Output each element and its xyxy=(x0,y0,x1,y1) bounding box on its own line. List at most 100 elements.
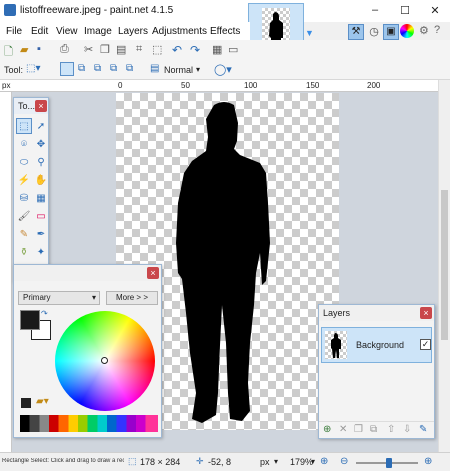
more-colors-button[interactable]: More > > xyxy=(106,291,158,305)
zoom-chevron-down-icon[interactable]: ▾ xyxy=(311,457,315,466)
app-icon xyxy=(4,4,16,16)
delete-layer-icon[interactable]: ✕ xyxy=(339,424,347,435)
move-layer-up-icon[interactable]: ⇧ xyxy=(387,424,395,435)
paint-bucket-icon[interactable]: ⛁ xyxy=(16,190,32,206)
tab-dropdown-icon[interactable]: ▼ xyxy=(305,28,314,38)
magic-wand-icon[interactable]: ⚡ xyxy=(16,172,32,188)
close-icon[interactable]: × xyxy=(35,100,47,112)
layer-visibility-checkbox[interactable]: ✓ xyxy=(420,339,431,350)
layers-window-header: Layers × xyxy=(319,305,434,321)
pencil-icon[interactable]: ✎ xyxy=(16,226,32,242)
swap-colors-icon[interactable]: ↷ xyxy=(41,309,48,318)
help-icon[interactable]: ? xyxy=(434,24,440,36)
deselect-icon[interactable]: ⬚ xyxy=(152,43,166,57)
close-button[interactable]: ✕ xyxy=(420,0,450,20)
copy-icon[interactable]: ❐ xyxy=(100,43,114,57)
new-file-icon[interactable]: 🗋 xyxy=(4,43,18,58)
vertical-scrollbar[interactable] xyxy=(438,80,450,452)
selection-mode-invert-icon[interactable]: ⧉ xyxy=(126,63,133,74)
paste-icon[interactable]: ▤ xyxy=(116,43,130,57)
status-bar: Rectangle Select: Click and drag to draw… xyxy=(0,452,450,471)
settings-icon[interactable]: ⚙ xyxy=(419,24,429,37)
primary-color-swatch[interactable] xyxy=(20,310,40,330)
add-layer-icon[interactable]: ⊕ xyxy=(323,424,331,435)
grid-icon[interactable]: ▦ xyxy=(212,43,226,57)
maximize-button[interactable]: ☐ xyxy=(390,0,420,20)
zoom-slider-thumb[interactable] xyxy=(386,458,392,468)
minimize-button[interactable]: – xyxy=(360,0,390,20)
palette-swatch-small[interactable] xyxy=(21,398,31,408)
move-icon[interactable]: ✥ xyxy=(33,136,49,152)
selection-mode-intersect-icon[interactable]: ⧉ xyxy=(110,63,117,74)
ruler-icon[interactable]: ▭ xyxy=(228,43,242,57)
colors-toggle-icon[interactable] xyxy=(400,24,414,38)
zoom-in-icon[interactable]: ⊕ xyxy=(424,456,432,467)
recolor-icon[interactable]: ✦ xyxy=(33,244,49,260)
clone-stamp-icon[interactable]: ⚱ xyxy=(16,244,32,260)
zoom-level[interactable]: 179% xyxy=(290,457,313,467)
menu-file[interactable]: File xyxy=(6,26,22,37)
duplicate-layer-icon[interactable]: ❐ xyxy=(354,424,363,435)
selection-mode-replace-icon[interactable] xyxy=(60,62,74,76)
palette-folder-icon[interactable]: ▰▾ xyxy=(36,396,49,407)
layers-window: Layers × Background ✓ ⊕ ✕ ❐ ⧉ ⇧ ⇩ ✎ xyxy=(318,304,435,439)
chevron-down-icon: ▾ xyxy=(91,293,96,302)
save-icon[interactable]: ▪ xyxy=(37,43,51,57)
menu-effects[interactable]: Effects xyxy=(210,26,240,37)
menu-layers[interactable]: Layers xyxy=(118,26,148,37)
undo-icon[interactable]: ↶ xyxy=(172,43,186,57)
crop-icon[interactable]: ⌗ xyxy=(136,43,150,57)
menu-view[interactable]: View xyxy=(56,26,78,37)
menu-edit[interactable]: Edit xyxy=(31,26,48,37)
eraser-icon[interactable]: ▭ xyxy=(33,208,49,224)
units-chevron-down-icon[interactable]: ▾ xyxy=(274,457,278,466)
blend-mode-chevron-down-icon[interactable]: ▾ xyxy=(196,65,200,74)
lasso-icon[interactable]: ⌾ xyxy=(16,136,32,152)
redo-icon[interactable]: ↷ xyxy=(190,43,204,57)
rectangle-select-tool-icon[interactable]: ⬚▾ xyxy=(26,63,40,74)
open-file-icon[interactable]: ▰ xyxy=(20,43,34,57)
zoom-to-window-icon[interactable]: ⊕ xyxy=(320,456,328,467)
paintbrush-icon[interactable]: 🖌 xyxy=(16,208,32,224)
print-icon[interactable]: ⎙ xyxy=(60,43,74,57)
ellipse-select-icon[interactable]: ⬭ xyxy=(16,154,32,170)
units-select[interactable]: px xyxy=(260,457,270,467)
palette-mode-value: Primary xyxy=(23,293,51,302)
scrollbar-thumb[interactable] xyxy=(441,190,448,340)
ruler-mark: 150 xyxy=(306,81,320,90)
color-picker-icon[interactable]: ✒ xyxy=(33,226,49,242)
close-icon[interactable]: × xyxy=(147,267,159,279)
zoom-slider[interactable] xyxy=(356,458,418,468)
menu-adjustments[interactable]: Adjustments xyxy=(152,26,207,37)
color-wheel-cursor[interactable] xyxy=(101,357,108,364)
move-layer-down-icon[interactable]: ⇩ xyxy=(403,424,411,435)
layers-toggle-icon[interactable]: ▣ xyxy=(383,24,399,40)
color-wheel[interactable] xyxy=(55,311,155,411)
cut-icon[interactable]: ✂ xyxy=(84,43,98,57)
pan-icon[interactable]: ✋ xyxy=(33,172,49,188)
palette-mode-select[interactable]: Primary ▾ xyxy=(18,291,100,305)
close-icon[interactable]: × xyxy=(420,307,432,319)
layer-row[interactable]: Background ✓ xyxy=(321,327,432,363)
colors-window-header: × xyxy=(14,265,161,281)
history-toggle-icon[interactable]: ◷ xyxy=(366,24,382,40)
menu-image[interactable]: Image xyxy=(84,26,112,37)
layer-properties-icon[interactable]: ✎ xyxy=(419,424,427,435)
blend-mode-select[interactable]: Normal xyxy=(164,65,193,75)
tool-label: Tool: xyxy=(4,65,24,75)
move-selection-icon[interactable]: ➚ xyxy=(33,118,49,134)
selection-mode-union-icon[interactable]: ⧉ xyxy=(78,63,85,74)
gradient-icon[interactable]: ▦ xyxy=(33,190,49,206)
ruler-mark: 50 xyxy=(181,81,190,90)
antialias-icon[interactable]: ◯▾ xyxy=(214,63,232,76)
top-ruler: px 0 50 100 150 200 xyxy=(0,80,440,92)
zoom-icon[interactable]: ⚲ xyxy=(33,154,49,170)
selection-mode-exclude-icon[interactable]: ⧉ xyxy=(94,63,101,74)
tools-toggle-icon[interactable]: ⚒ xyxy=(348,24,364,40)
color-palette-strip[interactable] xyxy=(20,415,158,432)
layer-thumbnail xyxy=(325,331,347,359)
rectangle-select-icon[interactable]: ⬚ xyxy=(16,118,32,134)
zoom-out-icon[interactable]: ⊖ xyxy=(340,456,348,467)
main-toolbar: 🗋 ▰ ▪ ⎙ ✂ ❐ ▤ ⌗ ⬚ ↶ ↷ ▦ ▭ xyxy=(0,40,450,60)
merge-layer-icon[interactable]: ⧉ xyxy=(370,424,377,435)
